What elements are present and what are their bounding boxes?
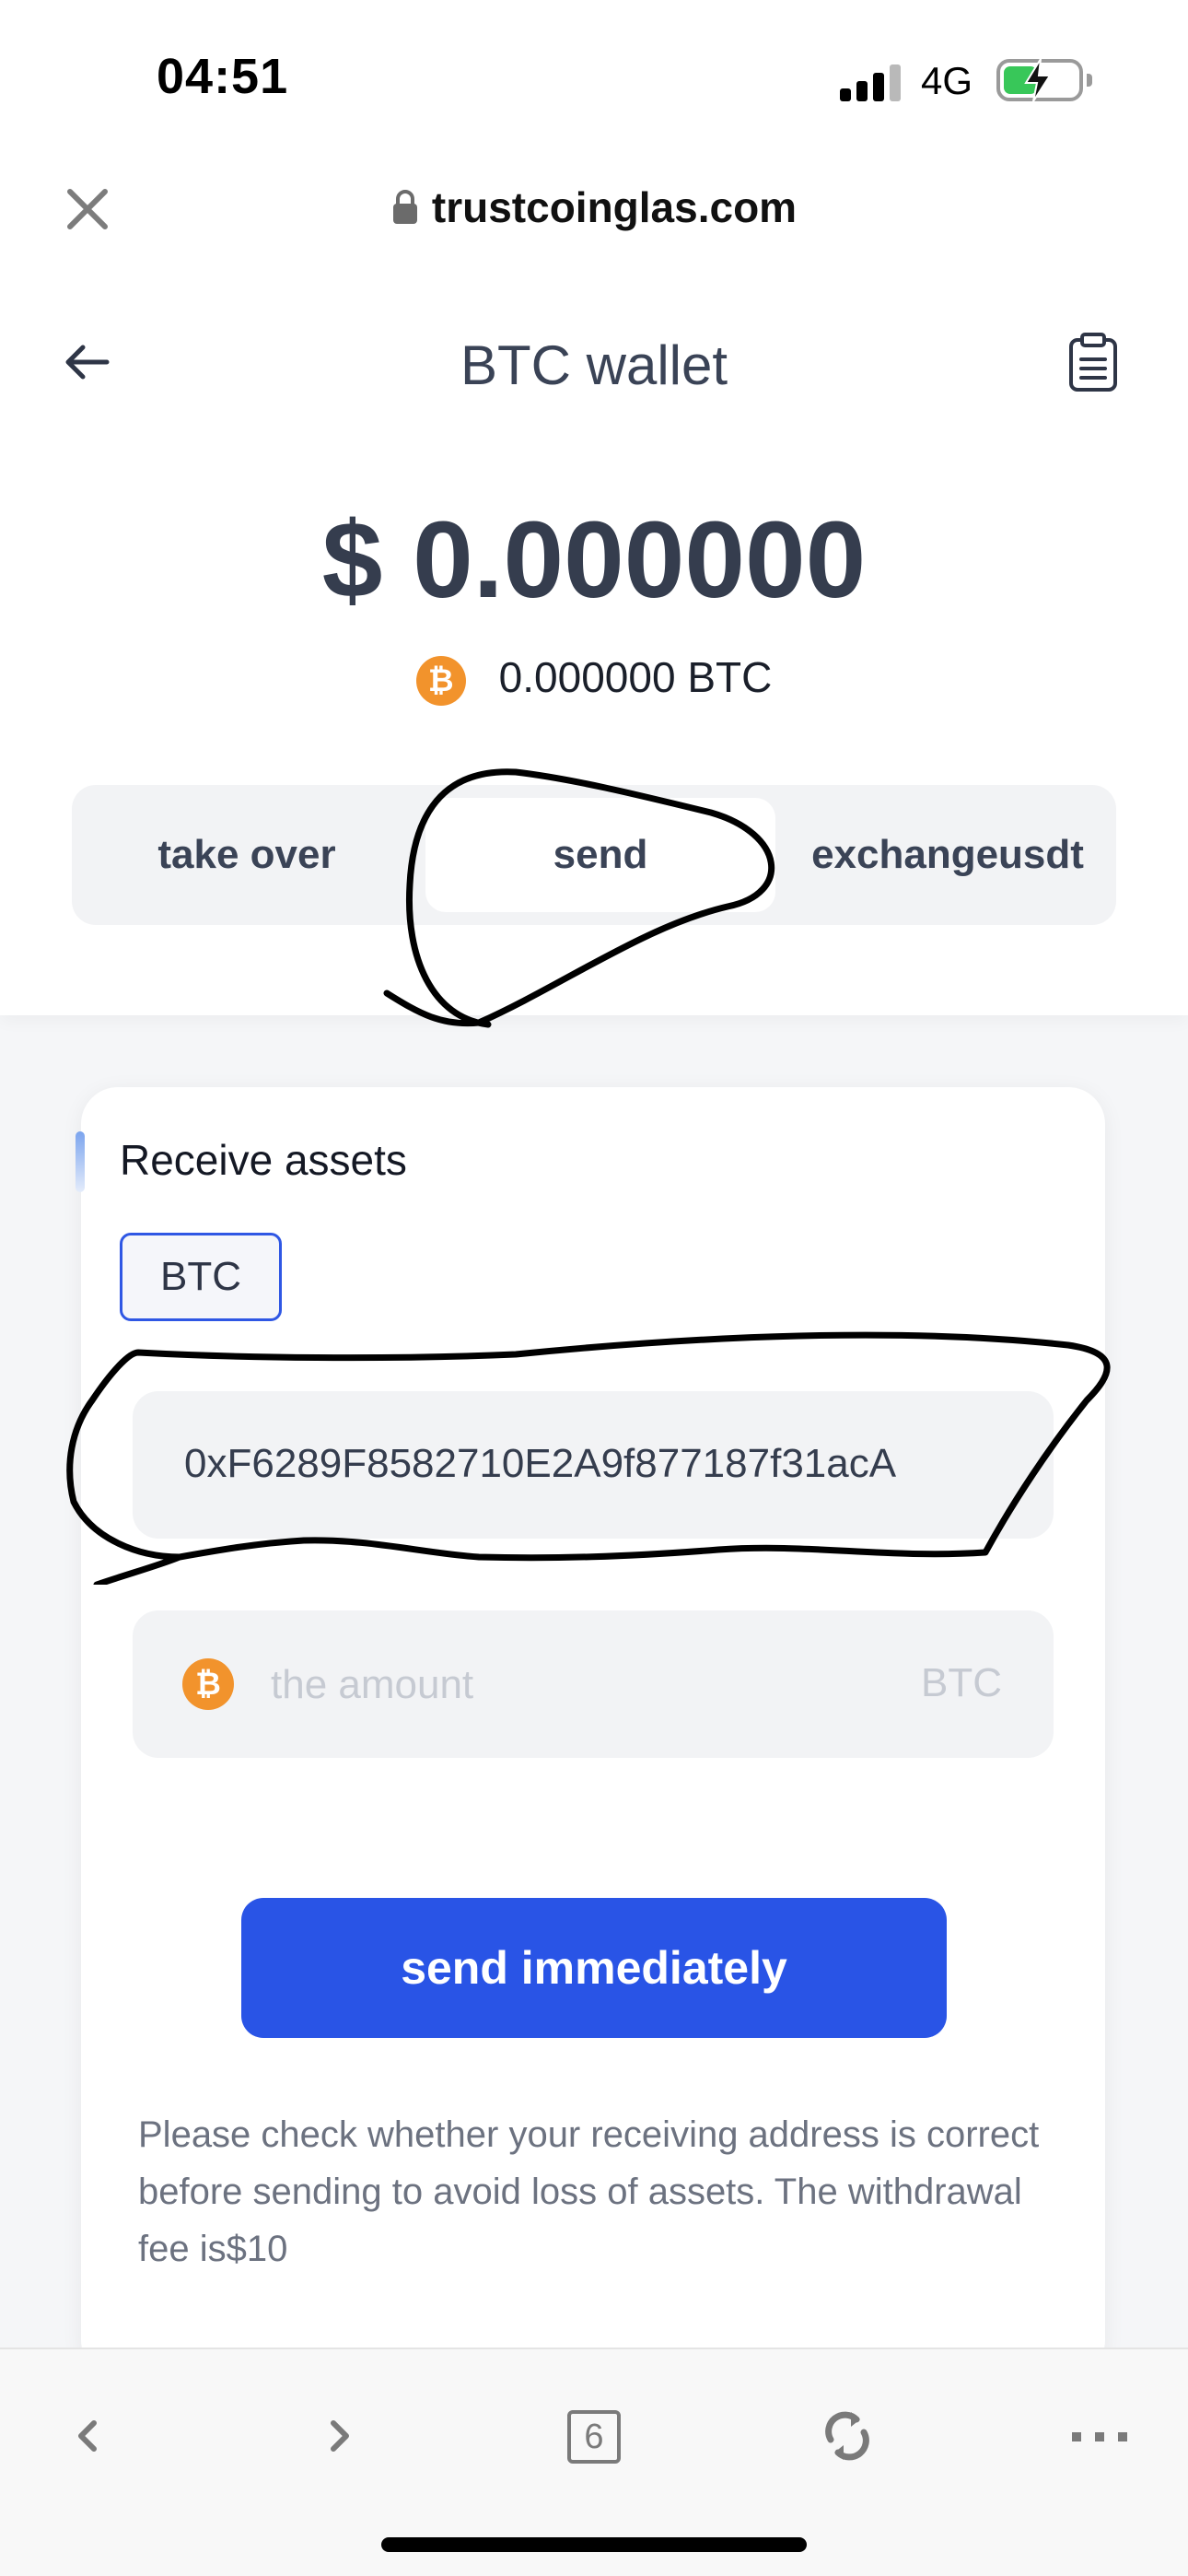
status-bar: 04:51 4G (0, 0, 1188, 157)
page-title: BTC wallet (460, 334, 728, 396)
section-accent-bar (76, 1131, 85, 1192)
browser-url-bar: trustcoinglas.com (0, 166, 1188, 249)
balance-usd: $ 0.000000 (321, 499, 867, 621)
bitcoin-icon: ₿ (182, 1658, 234, 1710)
bitcoin-icon: ₿ (415, 655, 466, 706)
amount-unit: BTC (921, 1660, 1002, 1705)
balance-btc: 0.000000 BTC (498, 653, 773, 701)
signal-icon (840, 64, 903, 101)
fee-notice: Please check whether your receiving addr… (138, 2114, 1040, 2269)
lock-icon (391, 186, 419, 236)
page-header: BTC wallet (0, 313, 1188, 415)
tab-exchangeusdt[interactable]: exchangeusdt (779, 798, 1116, 912)
clipboard-icon[interactable] (1066, 332, 1120, 392)
address-value: 0xF6289F8582710E2A9f877187f31acA (184, 1441, 897, 1486)
address-field[interactable]: 0xF6289F8582710E2A9f877187f31acA (133, 1391, 1054, 1539)
amount-field[interactable]: ₿ BTC (133, 1610, 1054, 1758)
tab-take-over[interactable]: take over (72, 798, 422, 912)
balance-btc-row: ₿ 0.000000 BTC (0, 652, 1188, 706)
amount-input[interactable] (271, 1653, 860, 1717)
section-title: Receive assets (120, 1136, 407, 1184)
chevron-right-icon[interactable] (302, 2399, 376, 2473)
status-time: 04:51 (157, 49, 289, 104)
tab-count: 6 (567, 2410, 621, 2464)
more-icon[interactable] (1063, 2399, 1136, 2473)
network-type: 4G (921, 59, 973, 102)
url-text: trustcoinglas.com (431, 183, 798, 231)
send-immediately-button[interactable]: send immediately (241, 1898, 947, 2038)
chevron-left-icon[interactable] (52, 2399, 125, 2473)
url-display[interactable]: trustcoinglas.com (0, 182, 1188, 236)
reload-icon[interactable] (810, 2399, 884, 2473)
home-indicator (381, 2537, 807, 2552)
action-tabs: take over send exchangeusdt (72, 785, 1116, 925)
tabs-icon[interactable]: 6 (556, 2399, 630, 2473)
coin-chip[interactable]: BTC (120, 1233, 282, 1321)
battery-icon (996, 58, 1092, 102)
tab-send[interactable]: send (425, 798, 775, 912)
